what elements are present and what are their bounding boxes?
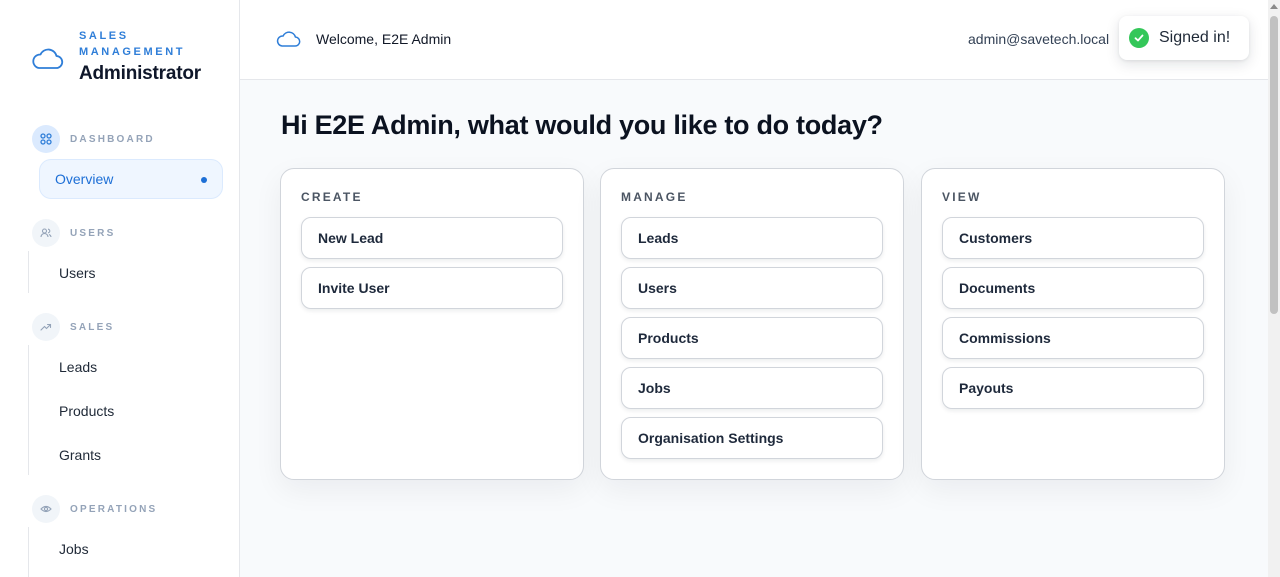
view-card: VIEW Customers Documents Commissions Pay… — [921, 168, 1225, 480]
users-icon — [32, 219, 60, 247]
section-users: USERS — [32, 219, 115, 247]
section-operations: OPERATIONS — [32, 495, 157, 523]
active-dot — [201, 177, 207, 183]
eye-icon — [32, 495, 60, 523]
sidebar-item-leads[interactable]: Leads — [59, 359, 97, 375]
brand-kicker: SALES MANAGEMENT — [79, 30, 186, 58]
section-label-operations: OPERATIONS — [70, 503, 158, 515]
page-title: Hi E2E Admin, what would you like to do … — [281, 110, 883, 140]
sidebar: SALES MANAGEMENT Administrator DASHBOARD… — [0, 0, 240, 577]
view-customers-button[interactable]: Customers — [942, 217, 1204, 259]
sidebar-item-overview[interactable]: Overview — [39, 159, 223, 199]
cloud-icon — [276, 31, 301, 47]
section-label-dashboard: DASHBOARD — [70, 133, 155, 145]
section-divider — [28, 527, 29, 577]
view-documents-button[interactable]: Documents — [942, 267, 1204, 309]
sidebar-item-products[interactable]: Products — [59, 403, 114, 419]
card-title: VIEW — [942, 190, 982, 204]
new-lead-button[interactable]: New Lead — [301, 217, 563, 259]
sidebar-item-jobs[interactable]: Jobs — [59, 541, 89, 557]
sidebar-item-label: Overview — [55, 171, 114, 187]
manage-jobs-button[interactable]: Jobs — [621, 367, 883, 409]
user-email[interactable]: admin@savetech.local — [968, 31, 1109, 47]
section-divider — [28, 251, 29, 293]
sidebar-item-grants[interactable]: Grants — [59, 447, 101, 463]
welcome-text: Welcome, E2E Admin — [316, 31, 452, 47]
manage-products-button[interactable]: Products — [621, 317, 883, 359]
manage-users-button[interactable]: Users — [621, 267, 883, 309]
view-commissions-button[interactable]: Commissions — [942, 317, 1204, 359]
card-title: CREATE — [301, 190, 363, 204]
scroll-thumb[interactable] — [1270, 16, 1278, 314]
topbar: Welcome, E2E Admin admin@savetech.local — [240, 0, 1268, 80]
trend-up-icon — [32, 313, 60, 341]
section-divider — [28, 345, 29, 475]
view-payouts-button[interactable]: Payouts — [942, 367, 1204, 409]
manage-leads-button[interactable]: Leads — [621, 217, 883, 259]
invite-user-button[interactable]: Invite User — [301, 267, 563, 309]
section-sales: SALES — [32, 313, 114, 341]
organisation-settings-button[interactable]: Organisation Settings — [621, 417, 883, 459]
section-label-users: USERS — [70, 227, 116, 239]
manage-card: MANAGE Leads Users Products Jobs Organis… — [600, 168, 904, 480]
scroll-up-arrow-icon[interactable] — [1270, 4, 1278, 9]
signed-in-toast[interactable]: Signed in! — [1119, 16, 1249, 60]
brand: SALES MANAGEMENT Administrator — [30, 28, 201, 85]
grid-icon — [32, 125, 60, 153]
cloud-icon — [32, 48, 64, 69]
check-circle-icon — [1129, 28, 1149, 48]
section-label-sales: SALES — [70, 321, 115, 333]
sidebar-item-users[interactable]: Users — [59, 265, 96, 281]
card-title: MANAGE — [621, 190, 688, 204]
page-scrollbar[interactable] — [1268, 0, 1280, 577]
brand-title: Administrator — [79, 63, 201, 84]
toast-message: Signed in! — [1159, 29, 1231, 46]
create-card: CREATE New Lead Invite User — [280, 168, 584, 480]
section-dashboard: DASHBOARD — [32, 125, 155, 153]
